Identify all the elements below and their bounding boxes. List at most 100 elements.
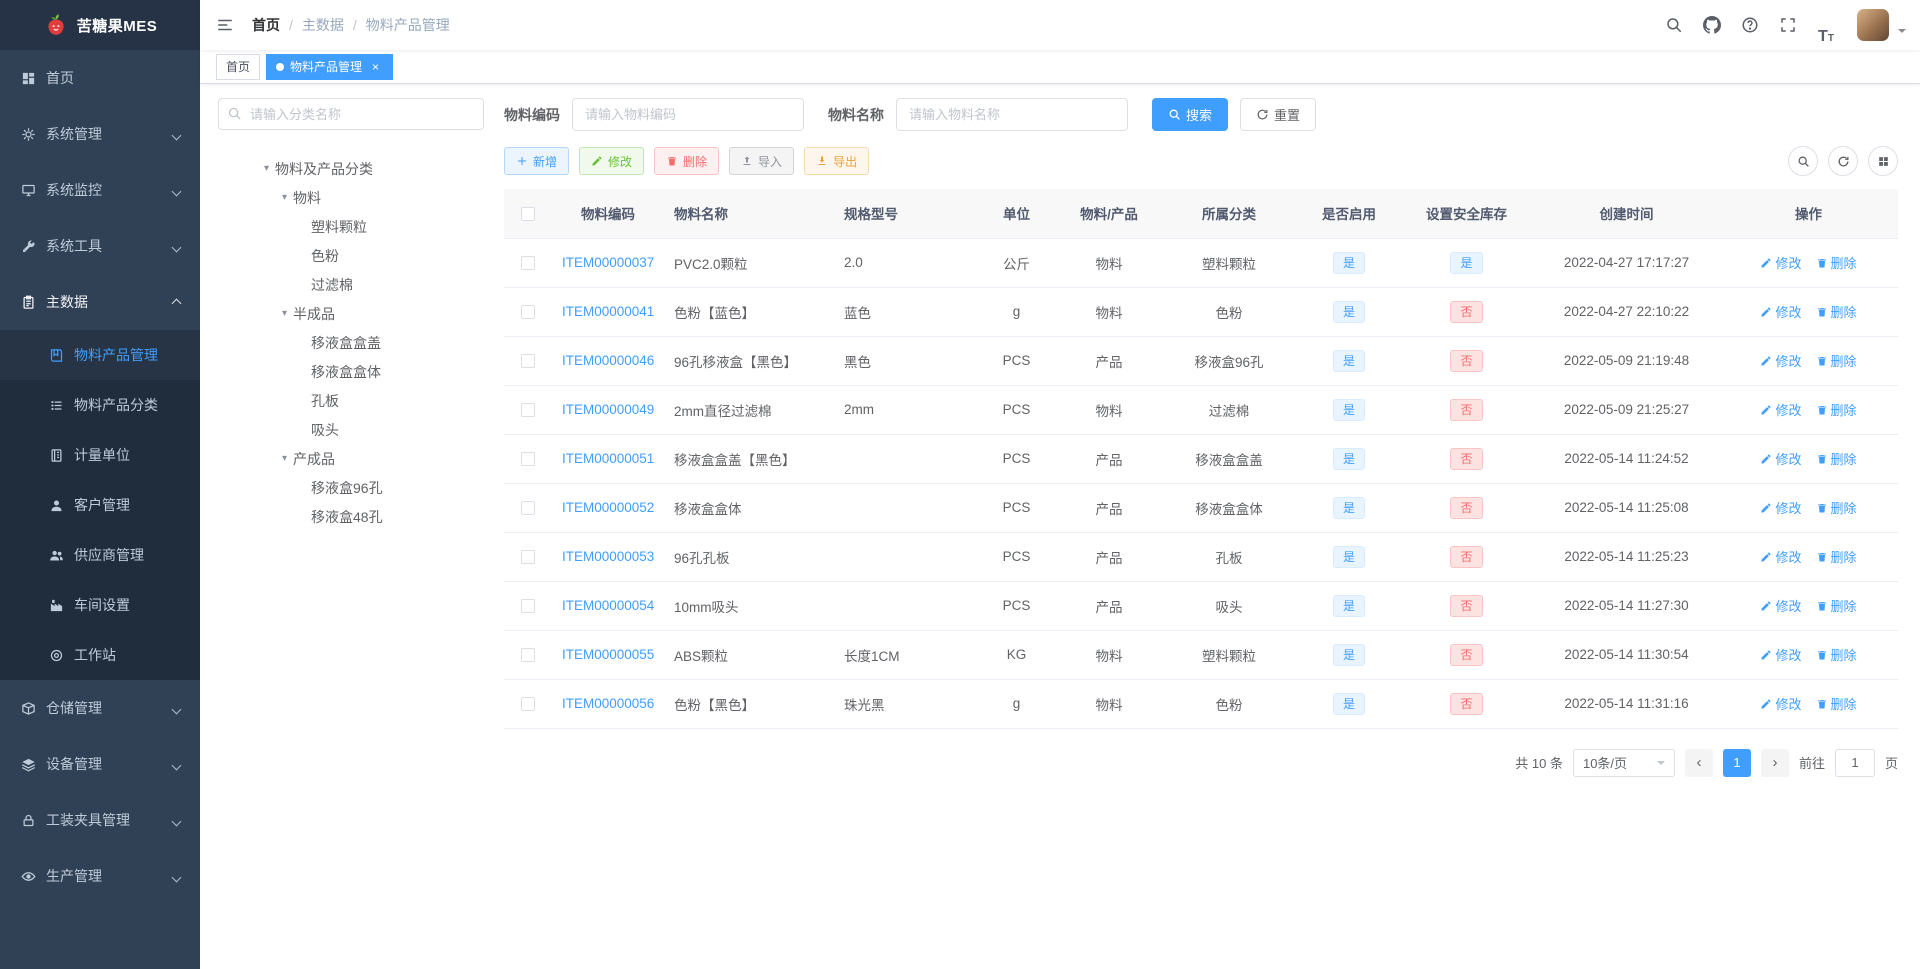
material-code-link[interactable]: ITEM00000051	[562, 451, 654, 466]
row-checkbox[interactable]	[521, 550, 535, 565]
material-code-link[interactable]: ITEM00000053	[562, 549, 654, 564]
material-code-link[interactable]: ITEM00000052	[562, 500, 654, 515]
reset-button[interactable]: 重置	[1240, 98, 1317, 131]
sidebar-item-system-tools[interactable]: 系统工具	[0, 218, 200, 274]
tree-node[interactable]: 塑料颗粒	[218, 212, 484, 241]
avatar[interactable]	[1857, 9, 1889, 41]
fullscreen-icon[interactable]	[1771, 5, 1805, 45]
delete-link[interactable]: 删除	[1816, 694, 1857, 713]
row-checkbox[interactable]	[521, 501, 535, 516]
tree-node[interactable]: ▾ 半成品	[218, 299, 484, 328]
material-code-link[interactable]: ITEM00000049	[562, 402, 654, 417]
tree-node[interactable]: 孔板	[218, 386, 484, 415]
edit-link[interactable]: 修改	[1760, 302, 1802, 321]
hamburger-icon[interactable]	[200, 0, 250, 50]
delete-link[interactable]: 删除	[1816, 596, 1857, 615]
next-page-button[interactable]	[1760, 748, 1789, 777]
tree-node[interactable]: 移液盒48孔	[218, 502, 484, 531]
edit-link[interactable]: 修改	[1760, 547, 1802, 566]
tab-material-product-management[interactable]: 物料产品管理	[266, 53, 394, 80]
tree-node[interactable]: ▾ 物料	[218, 183, 484, 212]
tab-close-icon[interactable]	[368, 59, 383, 74]
tree-node[interactable]: 移液盒盒盖	[218, 328, 484, 357]
delete-link[interactable]: 删除	[1816, 645, 1857, 664]
edit-button[interactable]: 修改	[579, 147, 645, 175]
sidebar-item-customer-management[interactable]: 客户管理	[0, 480, 200, 530]
material-code-link[interactable]: ITEM00000041	[562, 304, 654, 319]
material-code-link[interactable]: ITEM00000055	[562, 647, 654, 662]
edit-link[interactable]: 修改	[1760, 596, 1802, 615]
row-checkbox[interactable]	[521, 599, 535, 614]
category-search-input[interactable]	[218, 98, 484, 130]
delete-link[interactable]: 删除	[1816, 547, 1857, 566]
sidebar-item-tooling-fixture-management[interactable]: 工装夹具管理	[0, 792, 200, 848]
edit-link[interactable]: 修改	[1760, 400, 1802, 419]
delete-link[interactable]: 删除	[1816, 498, 1857, 517]
search-button[interactable]: 搜索	[1152, 98, 1229, 131]
material-code-link[interactable]: ITEM00000056	[562, 696, 654, 711]
sidebar-item-material-product-category[interactable]: 物料产品分类	[0, 380, 200, 430]
tree-node[interactable]: 移液盒盒体	[218, 357, 484, 386]
github-icon[interactable]	[1695, 5, 1729, 45]
tab-home[interactable]: 首页	[216, 53, 261, 80]
export-button[interactable]: 导出	[804, 147, 870, 175]
app-logo[interactable]: 苦糖果MES	[0, 0, 200, 50]
tree-node[interactable]: 过滤棉	[218, 270, 484, 299]
sidebar-item-equipment-management[interactable]: 设备管理	[0, 736, 200, 792]
chevron-down-icon[interactable]	[1898, 29, 1906, 37]
prev-page-button[interactable]	[1684, 748, 1713, 777]
delete-link[interactable]: 删除	[1816, 400, 1857, 419]
name-filter-input[interactable]	[896, 98, 1128, 131]
sidebar-item-workstation[interactable]: 工作站	[0, 630, 200, 680]
page-size-select[interactable]: 10条/页	[1572, 748, 1675, 777]
breadcrumb-home[interactable]: 首页	[252, 15, 302, 35]
add-button[interactable]: 新增	[504, 147, 570, 175]
columns-icon[interactable]	[1868, 146, 1898, 176]
row-checkbox[interactable]	[521, 648, 535, 663]
delete-link[interactable]: 删除	[1816, 449, 1857, 468]
edit-link[interactable]: 修改	[1760, 449, 1802, 468]
page-number-button[interactable]: 1	[1722, 748, 1751, 777]
import-button[interactable]: 导入	[729, 147, 795, 175]
delete-button[interactable]: 删除	[654, 147, 720, 175]
breadcrumb-master-data[interactable]: 主数据	[302, 15, 366, 35]
sidebar-item-measure-unit[interactable]: 计量单位	[0, 430, 200, 480]
toggle-search-icon[interactable]	[1788, 146, 1818, 176]
row-checkbox[interactable]	[521, 354, 535, 369]
help-icon[interactable]	[1733, 5, 1767, 45]
sidebar-item-workshop-settings[interactable]: 车间设置	[0, 580, 200, 630]
delete-link[interactable]: 删除	[1816, 253, 1857, 272]
sidebar-item-home[interactable]: 首页	[0, 50, 200, 106]
edit-link[interactable]: 修改	[1760, 498, 1802, 517]
search-icon[interactable]	[1657, 5, 1691, 45]
sidebar-item-master-data[interactable]: 主数据	[0, 274, 200, 330]
sidebar-item-supplier-management[interactable]: 供应商管理	[0, 530, 200, 580]
edit-link[interactable]: 修改	[1760, 694, 1802, 713]
sidebar-item-warehouse-management[interactable]: 仓储管理	[0, 680, 200, 736]
tree-node[interactable]: 吸头	[218, 415, 484, 444]
select-all-checkbox[interactable]	[521, 206, 535, 221]
tree-node[interactable]: 移液盒96孔	[218, 473, 484, 502]
refresh-icon[interactable]	[1828, 146, 1858, 176]
row-checkbox[interactable]	[521, 697, 535, 712]
tree-node[interactable]: ▾ 产成品	[218, 444, 484, 473]
material-code-link[interactable]: ITEM00000037	[562, 255, 654, 270]
row-checkbox[interactable]	[521, 305, 535, 320]
row-checkbox[interactable]	[521, 452, 535, 467]
sidebar-item-system-management[interactable]: 系统管理	[0, 106, 200, 162]
row-checkbox[interactable]	[521, 403, 535, 418]
sidebar-item-system-monitor[interactable]: 系统监控	[0, 162, 200, 218]
tree-node[interactable]: 色粉	[218, 241, 484, 270]
edit-link[interactable]: 修改	[1760, 253, 1802, 272]
font-size-icon[interactable]: TT	[1809, 5, 1843, 45]
goto-page-input[interactable]	[1834, 748, 1875, 777]
edit-link[interactable]: 修改	[1760, 645, 1802, 664]
material-code-link[interactable]: ITEM00000046	[562, 353, 654, 368]
delete-link[interactable]: 删除	[1816, 302, 1857, 321]
edit-link[interactable]: 修改	[1760, 351, 1802, 370]
sidebar-item-production-management[interactable]: 生产管理	[0, 848, 200, 904]
tree-node[interactable]: ▾ 物料及产品分类	[218, 154, 484, 183]
delete-link[interactable]: 删除	[1816, 351, 1857, 370]
row-checkbox[interactable]	[521, 256, 535, 271]
material-code-link[interactable]: ITEM00000054	[562, 598, 654, 613]
